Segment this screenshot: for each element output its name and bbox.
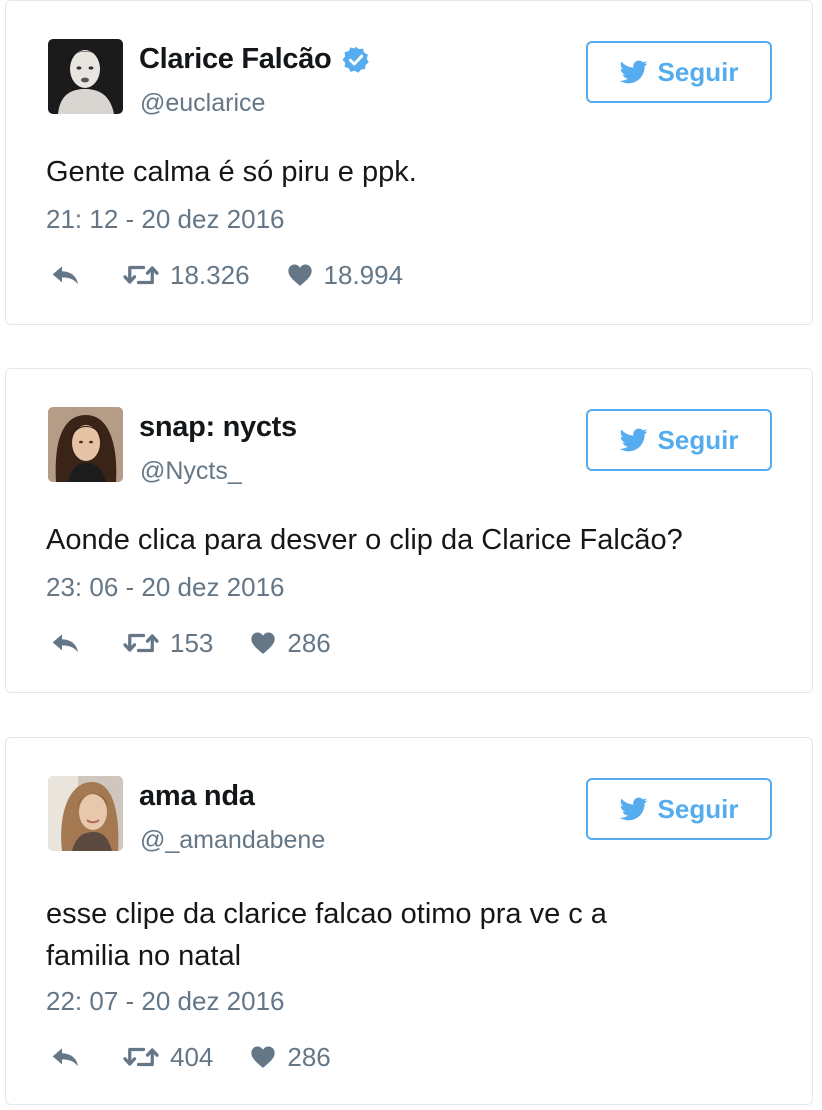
display-name[interactable]: snap: nycts — [139, 411, 297, 444]
avatar[interactable] — [48, 407, 123, 482]
reply-icon — [50, 627, 82, 659]
retweet-icon — [122, 260, 160, 290]
follow-button[interactable]: Seguir — [586, 41, 772, 103]
tweet-card: ama nda @_amandabene Seguir esse clipe d… — [5, 737, 813, 1105]
retweet-button[interactable]: 404 — [122, 1042, 213, 1073]
follow-label: Seguir — [657, 424, 739, 455]
verified-badge-icon — [342, 46, 370, 73]
retweet-count: 404 — [170, 1041, 214, 1072]
display-name[interactable]: ama nda — [139, 780, 255, 813]
reply-icon — [50, 259, 82, 291]
follow-label: Seguir — [657, 56, 739, 87]
twitter-bird-icon — [620, 426, 648, 454]
twitter-bird-icon — [620, 58, 648, 86]
like-button[interactable]: 18.994 — [286, 259, 404, 291]
like-count: 286 — [287, 1041, 331, 1072]
heart-icon — [249, 1043, 277, 1071]
retweet-icon — [122, 628, 160, 658]
retweet-icon — [122, 1042, 160, 1072]
retweet-count: 153 — [170, 627, 214, 658]
tweet-text: esse clipe da clarice falcao otimo pra v… — [46, 898, 607, 972]
like-button[interactable]: 286 — [249, 1041, 331, 1073]
reply-button[interactable] — [50, 1041, 82, 1073]
tweet-timestamp[interactable]: 23: 06 - 20 dez 2016 — [46, 572, 285, 603]
user-handle[interactable]: @Nycts_ — [140, 457, 242, 486]
reply-button[interactable] — [50, 259, 82, 291]
heart-icon — [286, 261, 314, 289]
tweet-card: Clarice Falcão @euclarice Seguir Gente c… — [5, 0, 813, 325]
tweet-text: Aonde clica para desver o clip da Claric… — [46, 524, 683, 556]
follow-button[interactable]: Seguir — [586, 778, 772, 840]
retweet-button[interactable]: 153 — [122, 628, 213, 659]
like-button[interactable]: 286 — [249, 627, 331, 659]
reply-button[interactable] — [50, 627, 82, 659]
user-handle[interactable]: @euclarice — [140, 89, 265, 118]
user-handle[interactable]: @_amandabene — [140, 826, 325, 855]
tweet-text: Gente calma é só piru e ppk. — [46, 156, 417, 188]
follow-label: Seguir — [657, 793, 739, 824]
reply-icon — [50, 1041, 82, 1073]
like-count: 18.994 — [323, 259, 404, 290]
tweet-timestamp[interactable]: 22: 07 - 20 dez 2016 — [46, 986, 285, 1017]
avatar[interactable] — [48, 39, 123, 114]
follow-button[interactable]: Seguir — [586, 409, 772, 471]
twitter-bird-icon — [620, 795, 648, 823]
heart-icon — [249, 629, 277, 657]
tweet-timestamp[interactable]: 21: 12 - 20 dez 2016 — [46, 204, 285, 235]
retweet-count: 18.326 — [170, 259, 250, 290]
display-name[interactable]: Clarice Falcão — [139, 43, 332, 76]
like-count: 286 — [287, 627, 331, 658]
avatar[interactable] — [48, 776, 123, 851]
tweet-card: snap: nycts @Nycts_ Seguir Aonde clica p… — [5, 368, 813, 693]
retweet-button[interactable]: 18.326 — [122, 260, 250, 291]
